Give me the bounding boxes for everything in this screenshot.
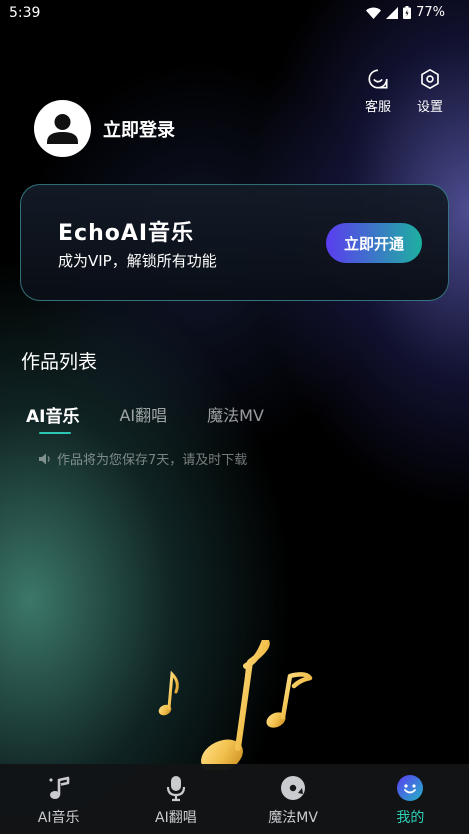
nav-label-magic-mv: 魔法MV xyxy=(268,810,318,826)
gear-icon xyxy=(421,69,439,89)
music-note-icon xyxy=(48,776,69,799)
nav-label-ai-cover: AI翻唱 xyxy=(155,810,197,826)
tab-ai-music[interactable]: AI音乐 xyxy=(26,402,80,434)
tab-ai-cover-label: AI翻唱 xyxy=(119,406,168,425)
status-bar: 5:39 77% xyxy=(0,0,469,28)
microphone-icon xyxy=(166,776,185,802)
tab-magic-mv-label: 魔法MV xyxy=(207,406,264,425)
big-note-center xyxy=(201,640,270,770)
bottom-nav: AI音乐 AI翻唱 魔法MV 我的 xyxy=(0,764,469,834)
retention-notice: 作品将为您保存7天，请及时下载 xyxy=(38,449,247,468)
tab-ai-music-label: AI音乐 xyxy=(26,407,80,427)
works-tabs: AI音乐 AI翻唱 魔法MV xyxy=(26,402,304,434)
login-link[interactable]: 立即登录 xyxy=(103,116,175,142)
settings-label: 设置 xyxy=(416,100,443,115)
nav-item-magic-mv[interactable]: 魔法MV xyxy=(235,764,352,834)
vip-promo-card: EchoAI音乐 成为VIP，解锁所有功能 立即开通 xyxy=(20,184,449,301)
nav-item-profile[interactable]: 我的 xyxy=(352,764,469,834)
vip-card-title: EchoAI音乐 xyxy=(58,221,195,246)
activate-vip-button[interactable]: 立即开通 xyxy=(326,223,422,263)
signal-icon xyxy=(386,6,399,19)
tab-ai-cover[interactable]: AI翻唱 xyxy=(119,402,167,426)
tab-magic-mv[interactable]: 魔法MV xyxy=(207,402,264,426)
speaker-icon xyxy=(39,453,50,464)
profile-face-icon xyxy=(397,775,424,801)
retention-notice-text: 作品将为您保存7天，请及时下载 xyxy=(57,453,248,468)
customer-service-label: 客服 xyxy=(364,100,391,115)
user-silhouette-icon xyxy=(47,114,78,144)
active-tab-indicator xyxy=(39,432,71,434)
small-note-right xyxy=(266,672,313,728)
small-note-left xyxy=(158,670,179,716)
disc-icon xyxy=(281,776,306,800)
battery-icon xyxy=(403,6,412,19)
nav-label-ai-music: AI音乐 xyxy=(37,810,80,826)
status-icons: 77% xyxy=(366,5,445,20)
chat-bubble-icon xyxy=(368,69,388,89)
settings-button[interactable]: 设置 xyxy=(413,68,447,115)
status-time: 5:39 xyxy=(9,5,41,21)
nav-item-ai-music[interactable]: AI音乐 xyxy=(0,764,117,834)
nav-item-ai-cover[interactable]: AI翻唱 xyxy=(117,764,234,834)
music-notes-illustration xyxy=(158,640,313,770)
top-actions: 客服 设置 xyxy=(361,68,447,115)
avatar xyxy=(34,100,91,157)
login-row[interactable]: 立即登录 xyxy=(34,100,175,157)
customer-service-button[interactable]: 客服 xyxy=(361,68,395,115)
battery-percent: 77% xyxy=(416,5,445,20)
nav-label-profile: 我的 xyxy=(396,810,425,826)
wifi-icon xyxy=(366,7,382,19)
works-section-title: 作品列表 xyxy=(21,351,98,373)
vip-card-subtitle: 成为VIP，解锁所有功能 xyxy=(58,252,217,270)
